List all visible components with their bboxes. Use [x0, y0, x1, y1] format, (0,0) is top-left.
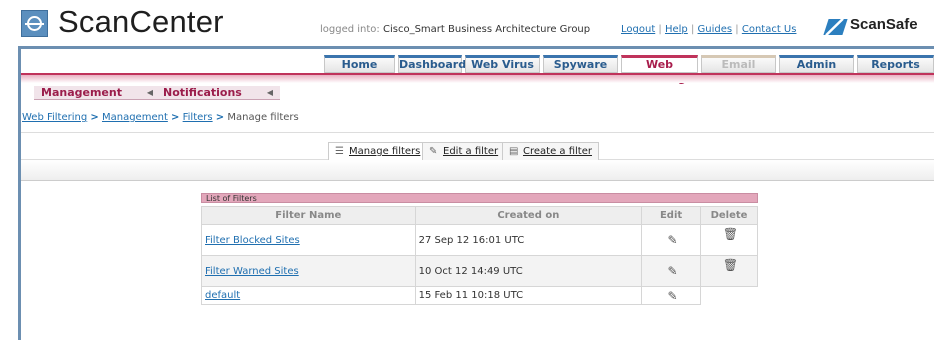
subnav-management[interactable]: Management	[41, 86, 122, 100]
created-on-cell: 10 Oct 12 14:49 UTC	[414, 255, 643, 287]
edit-icon[interactable]: ✎	[641, 286, 702, 305]
logout-link[interactable]: Logout	[621, 24, 655, 35]
filter-name-cell: Filter Warned Sites	[201, 255, 416, 287]
list-icon: ☰	[335, 146, 344, 157]
tab-email-label: Email	[721, 58, 756, 71]
tab-admin-label: Admin	[796, 58, 837, 71]
table-header-row: Filter Name Created on Edit Delete	[201, 206, 758, 225]
tab-spyware[interactable]: Spyware	[543, 55, 618, 73]
subnav-notifications[interactable]: Notifications	[163, 86, 242, 100]
main-tabs: Home Dashboard Web Virus Spyware Web Fil…	[21, 55, 934, 85]
tab-spyware-label: Spyware	[553, 58, 608, 71]
scansafe-logo-icon	[823, 19, 848, 35]
edit-filter-icon: ✎	[429, 146, 438, 157]
col-created-on: Created on	[414, 206, 643, 225]
filters-table: Filter Name Created on Edit Delete Filte…	[201, 206, 758, 305]
breadcrumb-separator-icon: >	[90, 112, 99, 123]
tab-admin[interactable]: Admin	[779, 55, 854, 73]
logged-into: logged into: Cisco_Smart Business Archit…	[320, 24, 590, 35]
tab-reports-label: Reports	[871, 58, 920, 71]
filter-name-link[interactable]: Filter Warned Sites	[205, 266, 299, 277]
tab-home[interactable]: Home	[324, 55, 395, 73]
breadcrumb-management[interactable]: Management	[102, 112, 168, 123]
breadcrumb-current: Manage filters	[227, 112, 299, 123]
subnav-left-arrow-icon-2[interactable]: ◀	[264, 88, 276, 98]
tab-band	[21, 73, 934, 83]
create-filter-icon: ▤	[509, 146, 519, 157]
sub-navigation: Management ◀ Notifications ◀	[34, 86, 280, 100]
empty-delete-cell	[701, 287, 758, 305]
filter-name-link[interactable]: default	[205, 290, 240, 301]
col-filter-name: Filter Name	[201, 206, 416, 225]
logged-label: logged into:	[320, 24, 380, 35]
filter-name-cell: default	[201, 286, 416, 305]
table-row: Filter Blocked Sites 27 Sep 12 16:01 UTC…	[201, 224, 758, 256]
subnav-left-arrow-icon[interactable]: ◀	[144, 88, 156, 98]
table-row: default 15 Feb 11 10:18 UTC ✎	[201, 286, 758, 305]
tab-email[interactable]: Email	[701, 55, 776, 73]
subtab-edit-filter-label[interactable]: Edit a filter	[443, 146, 498, 157]
created-on-cell: 27 Sep 12 16:01 UTC	[414, 224, 643, 256]
tab-web-virus[interactable]: Web Virus	[465, 55, 540, 73]
created-on-cell: 15 Feb 11 10:18 UTC	[414, 286, 643, 305]
top-links: Logout | Help | Guides | Contact Us	[621, 24, 797, 35]
subtab-manage-filters[interactable]: ☰ Manage filters	[328, 142, 428, 160]
guides-link[interactable]: Guides	[698, 24, 733, 35]
contact-us-link[interactable]: Contact Us	[742, 24, 797, 35]
help-link[interactable]: Help	[665, 24, 688, 35]
header: ScanCenter logged into: Cisco_Smart Busi…	[0, 0, 934, 46]
edit-icon[interactable]: ✎	[641, 224, 702, 256]
subtab-edit-filter[interactable]: ✎ Edit a filter	[422, 142, 506, 160]
edit-icon[interactable]: ✎	[641, 255, 702, 287]
subtab-create-filter-label[interactable]: Create a filter	[523, 146, 592, 157]
breadcrumb-web-filtering[interactable]: Web Filtering	[22, 112, 87, 123]
subtab-manage-filters-label[interactable]: Manage filters	[349, 146, 420, 157]
frame-top-border	[18, 46, 934, 49]
logged-value: Cisco_Smart Business Architecture Group	[382, 24, 591, 35]
breadcrumb-filters[interactable]: Filters	[183, 112, 213, 123]
breadcrumb-separator-icon: >	[215, 112, 225, 123]
filter-name-link[interactable]: Filter Blocked Sites	[205, 235, 300, 246]
breadcrumb-separator-icon: >	[171, 112, 180, 123]
tab-web-virus-label: Web Virus	[471, 58, 534, 71]
filter-name-cell: Filter Blocked Sites	[201, 224, 416, 256]
col-delete: Delete	[700, 206, 758, 225]
app-title: ScanCenter	[58, 4, 224, 39]
divider	[21, 132, 934, 133]
tab-home-label: Home	[341, 58, 378, 71]
brand-name: ScanSafe	[850, 16, 918, 33]
table-title: List of Filters	[201, 193, 758, 203]
scancenter-logo-icon	[21, 10, 48, 37]
tab-reports[interactable]: Reports	[857, 55, 934, 73]
table-row: Filter Warned Sites 10 Oct 12 14:49 UTC …	[201, 255, 758, 287]
subtab-strip	[21, 159, 934, 181]
tab-dashboard-label: Dashboard	[399, 58, 467, 71]
breadcrumb: Web Filtering > Management > Filters > M…	[22, 112, 299, 123]
trash-icon[interactable]: 🗑	[700, 224, 758, 256]
tab-web-filtering[interactable]: Web Filtering	[621, 55, 698, 85]
subtab-create-filter[interactable]: ▤ Create a filter	[502, 142, 599, 160]
col-edit: Edit	[641, 206, 702, 225]
trash-icon[interactable]: 🗑	[700, 255, 758, 287]
tab-dashboard[interactable]: Dashboard	[398, 55, 466, 73]
